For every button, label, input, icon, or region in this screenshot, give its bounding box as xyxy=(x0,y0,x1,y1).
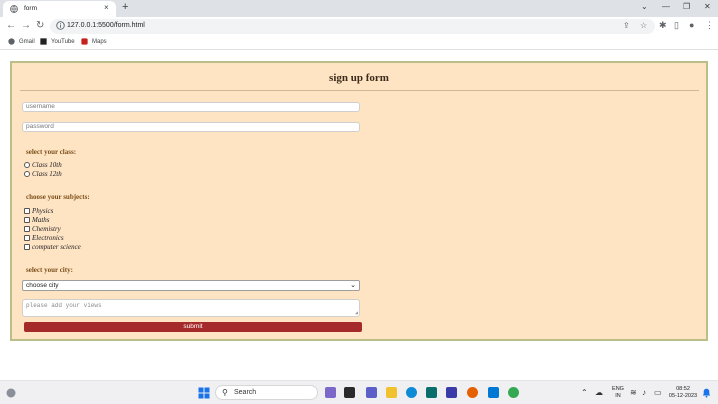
task-view-icon[interactable] xyxy=(344,387,355,398)
volume-icon[interactable]: ♪ xyxy=(642,388,646,397)
tab-strip: form × + ⌄ — ❐ ✕ xyxy=(0,0,718,17)
back-icon[interactable]: ← xyxy=(6,20,16,31)
form-title: sign up form xyxy=(329,72,389,84)
maths-checkbox[interactable] xyxy=(24,217,30,223)
windows-start-icon[interactable] xyxy=(198,387,210,399)
app-icon[interactable] xyxy=(446,387,457,398)
youtube-icon xyxy=(40,38,47,45)
taskbar-search-label: Search xyxy=(234,389,257,396)
bookmarks-bar: Gmail YouTube Maps xyxy=(0,36,718,50)
share-icon[interactable]: ⇪ xyxy=(623,21,630,30)
edge-icon[interactable] xyxy=(406,387,417,398)
signup-form: sign up form username password select yo… xyxy=(10,61,708,341)
city-select[interactable]: choose city ⌄ xyxy=(22,280,360,291)
option-label: Electronics xyxy=(32,234,64,242)
battery-icon[interactable]: ▭ xyxy=(654,388,662,397)
weather-icon[interactable] xyxy=(5,387,17,399)
close-window-icon[interactable]: ✕ xyxy=(704,2,711,11)
subjects-section-label: choose your subjects: xyxy=(26,193,90,201)
chrome-icon[interactable] xyxy=(508,387,519,398)
option-label: computer science xyxy=(32,243,81,251)
gmail-icon xyxy=(8,38,15,45)
subject-option-electronics[interactable]: Electronics xyxy=(24,234,64,242)
maps-icon xyxy=(81,38,88,45)
views-textarea[interactable]: please add your views ◢ xyxy=(22,299,360,317)
option-label: Class 12th xyxy=(32,170,62,178)
city-selected-value: choose city xyxy=(26,282,59,289)
bookmark-maps[interactable]: Maps xyxy=(81,38,107,45)
show-hidden-icons-chevron-icon[interactable]: ⌃ xyxy=(581,388,588,397)
password-input[interactable]: password xyxy=(22,122,360,132)
taskbar-search[interactable]: ⚲ Search xyxy=(215,385,318,400)
bookmark-gmail[interactable]: Gmail xyxy=(8,38,35,45)
tab-search-chevron-icon[interactable]: ⌄ xyxy=(641,2,648,11)
submit-button[interactable]: submit xyxy=(24,322,362,332)
bookmark-label: Gmail xyxy=(19,38,35,45)
computer-science-checkbox[interactable] xyxy=(24,244,30,250)
title-divider xyxy=(20,90,699,91)
restore-icon[interactable]: ❐ xyxy=(683,2,690,11)
subject-option-maths[interactable]: Maths xyxy=(24,216,50,224)
class-12th-radio[interactable] xyxy=(24,171,30,177)
subject-option-chemistry[interactable]: Chemistry xyxy=(24,225,61,233)
search-icon: ⚲ xyxy=(222,388,228,397)
globe-icon xyxy=(10,5,18,13)
wifi-icon[interactable]: ≋ xyxy=(630,388,637,397)
teams-icon[interactable] xyxy=(366,387,377,398)
bookmark-star-icon[interactable]: ☆ xyxy=(640,21,647,30)
vscode-icon[interactable] xyxy=(488,387,499,398)
username-input[interactable]: username xyxy=(22,102,360,112)
clock-time: 08:52 xyxy=(676,386,690,392)
clock[interactable]: 08:52 05-12-2023 xyxy=(666,386,700,400)
browser-toolbar: ← → ↻ 127.0.0.1:5500/form.html ⇪ ☆ ✱ ▯ ●… xyxy=(0,17,718,36)
page-viewport: sign up form username password select yo… xyxy=(0,51,718,380)
reload-icon[interactable]: ↻ xyxy=(36,20,44,31)
bookmark-label: YouTube xyxy=(51,38,75,45)
class-10th-radio[interactable] xyxy=(24,162,30,168)
option-label: Chemistry xyxy=(32,225,61,233)
electronics-checkbox[interactable] xyxy=(24,235,30,241)
bookmark-youtube[interactable]: YouTube xyxy=(40,38,75,45)
file-explorer-icon[interactable] xyxy=(386,387,397,398)
close-tab-icon[interactable]: × xyxy=(104,3,109,12)
subject-option-computer-science[interactable]: computer science xyxy=(24,243,81,251)
chemistry-checkbox[interactable] xyxy=(24,226,30,232)
lang-line-1: ENG xyxy=(612,386,624,392)
address-bar[interactable]: 127.0.0.1:5500/form.html ⇪ ☆ xyxy=(50,19,655,34)
language-indicator[interactable]: ENG IN xyxy=(611,386,625,400)
tab-form[interactable]: form × xyxy=(3,1,116,17)
cloud-icon[interactable]: ☁ xyxy=(595,388,603,397)
forward-icon[interactable]: → xyxy=(21,20,31,31)
physics-checkbox[interactable] xyxy=(24,208,30,214)
profile-avatar-icon[interactable]: ● xyxy=(689,20,694,30)
menu-kebab-icon[interactable]: ⋮ xyxy=(705,20,714,31)
windows-taskbar: ⚲ Search ⌃ ☁ ENG IN ≋ ♪ ▭ 08:52 05-12-20… xyxy=(0,380,718,404)
chevron-down-icon: ⌄ xyxy=(350,282,356,289)
option-label: Physics xyxy=(32,207,54,215)
clock-date: 05-12-2023 xyxy=(668,393,698,399)
option-label: Class 10th xyxy=(32,161,62,169)
new-tab-icon[interactable]: + xyxy=(122,1,128,13)
lang-line-2: IN xyxy=(615,393,621,399)
subject-option-physics[interactable]: Physics xyxy=(24,207,53,215)
bookmark-label: Maps xyxy=(92,38,107,45)
side-panel-icon[interactable]: ▯ xyxy=(674,20,679,31)
notification-bell-icon[interactable] xyxy=(702,388,711,398)
firefox-icon[interactable] xyxy=(467,387,478,398)
store-icon[interactable] xyxy=(426,387,437,398)
option-label: Maths xyxy=(32,216,50,224)
city-section-label: select your city: xyxy=(26,266,73,274)
url-text: 127.0.0.1:5500/form.html xyxy=(67,22,145,29)
extensions-icon[interactable]: ✱ xyxy=(659,20,667,31)
copilot-icon[interactable] xyxy=(325,387,336,398)
class-option-10th[interactable]: Class 10th xyxy=(24,161,62,169)
minimize-icon[interactable]: — xyxy=(662,2,670,11)
site-info-icon[interactable] xyxy=(56,21,65,30)
class-option-12th[interactable]: Class 12th xyxy=(24,170,62,178)
views-placeholder: please add your views xyxy=(26,302,102,309)
resize-handle-icon[interactable]: ◢ xyxy=(355,310,358,316)
class-section-label: select your class: xyxy=(26,148,77,156)
tab-title: form xyxy=(24,5,37,12)
